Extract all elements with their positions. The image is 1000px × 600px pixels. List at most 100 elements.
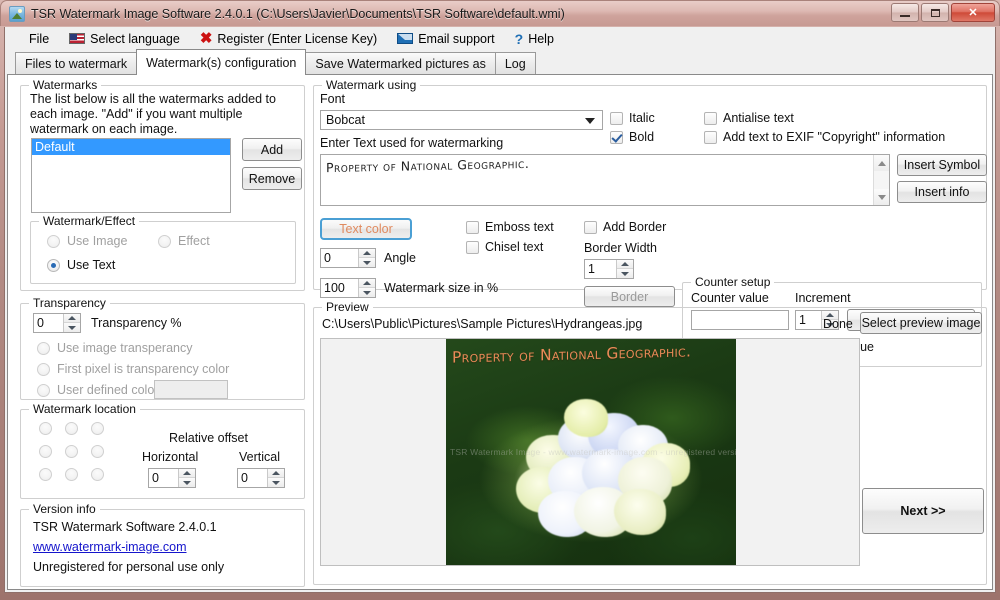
stepper-up-button[interactable] (359, 249, 375, 258)
watermark-location-group-title: Watermark location (29, 402, 140, 416)
text-color-button[interactable]: Text color (320, 218, 412, 240)
user-defined-color-field[interactable] (154, 380, 228, 399)
scroll-down-button[interactable] (874, 189, 889, 205)
minimize-button[interactable] (891, 3, 919, 22)
vertical-offset-stepper[interactable]: 0 (237, 468, 285, 488)
stepper-up-button[interactable] (359, 279, 375, 288)
stepper-down-button[interactable] (268, 478, 284, 487)
emboss-text-checkbox[interactable]: Emboss text (466, 220, 554, 234)
watermark-text-scrollbar[interactable] (873, 155, 889, 205)
transparency-stepper[interactable]: 0 (33, 313, 81, 333)
stepper-up-button[interactable] (179, 469, 195, 478)
stepper-up-button[interactable] (617, 260, 633, 269)
insert-symbol-button[interactable]: Insert Symbol (897, 154, 987, 176)
border-width-value[interactable]: 1 (585, 260, 616, 278)
vertical-label: Vertical (239, 450, 280, 464)
vertical-offset-value[interactable]: 0 (238, 469, 267, 487)
radio-use-image[interactable]: Use Image (47, 234, 127, 248)
horizontal-offset-value[interactable]: 0 (149, 469, 178, 487)
location-radio-bottom-center[interactable] (65, 468, 78, 481)
menu-file[interactable]: File (19, 30, 59, 48)
horizontal-offset-stepper[interactable]: 0 (148, 468, 196, 488)
angle-stepper-buttons[interactable] (358, 249, 375, 267)
version-info-group-title: Version info (29, 502, 100, 516)
arrow-down-icon (68, 325, 76, 330)
location-radio-bottom-left[interactable] (39, 468, 52, 481)
tab-log[interactable]: Log (494, 52, 536, 74)
italic-checkbox[interactable]: Italic (610, 111, 655, 125)
arrow-down-icon (621, 271, 629, 276)
tab-save-watermarked-pictures-as[interactable]: Save Watermarked pictures as (305, 52, 496, 74)
list-item[interactable]: Default (32, 139, 230, 155)
stepper-down-button[interactable] (359, 288, 375, 297)
scroll-up-button[interactable] (874, 155, 889, 171)
location-radio-top-center[interactable] (65, 422, 78, 435)
border-width-stepper[interactable]: 1 (584, 259, 634, 279)
arrow-up-icon (183, 471, 191, 475)
preview-canvas[interactable]: Property of National Geographic. TSR Wat… (320, 338, 860, 566)
watermark-size-stepper[interactable]: 100 (320, 278, 376, 298)
next-button[interactable]: Next >> (862, 488, 984, 534)
stepper-down-button[interactable] (359, 258, 375, 267)
tab-files-to-watermark[interactable]: Files to watermark (15, 52, 138, 74)
angle-value[interactable]: 0 (321, 249, 358, 267)
radio-effect[interactable]: Effect (158, 234, 210, 248)
tab-watermarks-configuration[interactable]: Watermark(s) configuration (136, 49, 307, 75)
location-radio-middle-left[interactable] (39, 445, 52, 458)
stepper-up-button[interactable] (64, 314, 80, 323)
select-preview-image-button[interactable]: Select preview image (860, 312, 982, 334)
watermark-text-input[interactable]: Property of National Geographic. (320, 154, 890, 206)
maximize-button[interactable] (921, 3, 949, 22)
application-window: TSR Watermark Image Software 2.4.0.1 (C:… (0, 0, 1000, 600)
size-stepper-buttons[interactable] (358, 279, 375, 297)
menu-register[interactable]: ✖ Register (Enter License Key) (190, 30, 387, 48)
watermark-location-grid (39, 422, 117, 491)
add-border-label: Add Border (603, 220, 667, 234)
radio-use-text[interactable]: Use Text (47, 258, 115, 272)
preview-trial-watermark: TSR Watermark Image - www.watermark-imag… (450, 447, 736, 457)
radio-first-pixel-transparency[interactable]: First pixel is transparency color (37, 362, 229, 376)
radio-use-image-transparency[interactable]: Use image transperancy (37, 341, 192, 355)
border-width-stepper-buttons[interactable] (616, 260, 633, 278)
stepper-down-button[interactable] (64, 323, 80, 332)
watermark-size-value[interactable]: 100 (321, 279, 358, 297)
antialise-text-checkbox[interactable]: Antialise text (704, 111, 794, 125)
transparency-stepper-buttons[interactable] (63, 314, 80, 332)
menu-help[interactable]: ? Help (505, 29, 564, 49)
border-button[interactable]: Border (584, 286, 675, 307)
stepper-down-button[interactable] (179, 478, 195, 487)
angle-stepper[interactable]: 0 (320, 248, 376, 268)
watermarks-group-title: Watermarks (29, 78, 102, 92)
exif-copyright-checkbox[interactable]: Add text to EXIF "Copyright" information (704, 130, 945, 144)
bold-checkbox[interactable]: Bold (610, 130, 654, 144)
emboss-label: Emboss text (485, 220, 554, 234)
vertical-stepper-buttons[interactable] (267, 469, 284, 487)
radio-user-defined-color[interactable]: User defined color (37, 383, 158, 397)
add-border-checkbox[interactable]: Add Border (584, 220, 666, 234)
horizontal-stepper-buttons[interactable] (178, 469, 195, 487)
radio-icon (37, 341, 50, 355)
font-combobox[interactable]: Bobcat (320, 110, 603, 130)
location-radio-top-right[interactable] (91, 422, 104, 435)
menu-select-language[interactable]: Select language (59, 30, 190, 48)
arrow-up-icon (878, 160, 886, 166)
watermark-size-label: Watermark size in % (384, 281, 499, 295)
location-radio-bottom-right[interactable] (91, 468, 104, 481)
location-radio-top-left[interactable] (39, 422, 52, 435)
transparency-value[interactable]: 0 (34, 314, 63, 332)
close-button[interactable]: ✕ (951, 3, 995, 22)
location-radio-middle-center[interactable] (65, 445, 78, 458)
preview-group-title: Preview (322, 300, 373, 314)
transparency-percent-label: Transparency % (91, 316, 182, 330)
chisel-text-checkbox[interactable]: Chisel text (466, 240, 543, 254)
stepper-down-button[interactable] (617, 269, 633, 278)
watermarks-listbox[interactable]: Default (31, 138, 231, 213)
website-link[interactable]: www.watermark-image.com (33, 540, 187, 554)
font-value: Bobcat (326, 113, 365, 127)
insert-info-button[interactable]: Insert info (897, 181, 987, 203)
menu-email-support[interactable]: Email support (387, 30, 504, 48)
stepper-up-button[interactable] (268, 469, 284, 478)
remove-watermark-button[interactable]: Remove (242, 167, 302, 190)
location-radio-middle-right[interactable] (91, 445, 104, 458)
add-watermark-button[interactable]: Add (242, 138, 302, 161)
